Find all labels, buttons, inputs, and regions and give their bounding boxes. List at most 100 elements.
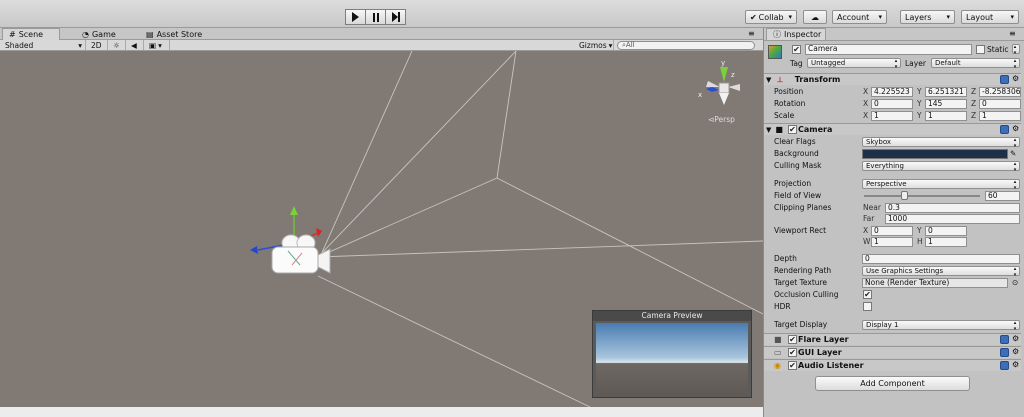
position-y-field[interactable]: 6.251321 — [925, 86, 967, 97]
gear-icon[interactable]: ⚙ — [1012, 74, 1019, 83]
target-texture-label: Target Texture — [774, 278, 828, 287]
clipping-near-row: Clipping Planes Near 0.3 — [764, 202, 1021, 213]
add-component-button[interactable]: Add Component — [815, 376, 970, 391]
position-x-field[interactable]: 4.225523 — [871, 86, 913, 97]
shading-mode-dropdown[interactable]: Shaded ▾ — [2, 40, 86, 50]
camera-title: Camera — [798, 125, 833, 134]
persp-label[interactable]: ⊲Persp — [708, 115, 735, 124]
play-button[interactable] — [345, 9, 366, 25]
gui-layer-header[interactable]: ▭ ✔ GUI Layer ⚙ — [764, 346, 1021, 358]
pause-button[interactable] — [365, 9, 386, 25]
object-name-field[interactable]: Camera — [805, 44, 972, 55]
rotation-y-field[interactable]: 145 — [925, 98, 967, 109]
static-checkbox[interactable] — [976, 45, 985, 54]
layers-dropdown[interactable]: Layers — [900, 10, 955, 24]
store-icon: ▤ — [146, 29, 154, 39]
viewport-y-field[interactable]: 0 — [925, 225, 967, 236]
svg-text:z: z — [731, 71, 735, 79]
cloud-button[interactable]: ☁ — [803, 10, 827, 24]
scale-x-field[interactable]: 1 — [871, 110, 913, 121]
tab-scene-label: Scene — [18, 30, 44, 39]
fov-slider-track[interactable] — [864, 195, 980, 197]
tab-asset-store[interactable]: ▤ Asset Store — [140, 28, 210, 40]
help-book-icon[interactable] — [1000, 348, 1009, 357]
gameobject-icon — [768, 45, 782, 59]
fov-field[interactable]: 60 — [985, 190, 1020, 201]
tab-scene[interactable]: # Scene — [2, 28, 60, 40]
viewport-h-field[interactable]: 1 — [925, 236, 967, 247]
gear-icon[interactable]: ⚙ — [1012, 124, 1019, 133]
camera-component-header[interactable]: ▼ ■ ✔ Camera ⚙ — [764, 123, 1021, 135]
far-field[interactable]: 1000 — [885, 213, 1020, 224]
inspector-tab-bar: ⓘ Inspector ≡ — [763, 28, 1024, 41]
scale-z-field[interactable]: 1 — [979, 110, 1021, 121]
step-button[interactable] — [385, 9, 406, 25]
viewport-w-field[interactable]: 1 — [871, 236, 913, 247]
gear-icon[interactable]: ⚙ — [1012, 360, 1019, 369]
tab-inspector[interactable]: ⓘ Inspector — [766, 28, 826, 40]
scale-y-field[interactable]: 1 — [925, 110, 967, 121]
lighting-toggle[interactable]: ☼ — [110, 40, 126, 50]
toggle-2d-button[interactable]: 2D — [88, 40, 108, 50]
rotation-x-field[interactable]: 0 — [871, 98, 913, 109]
gear-icon[interactable]: ⚙ — [1012, 347, 1019, 356]
search-placeholder: All — [625, 41, 635, 49]
static-dropdown[interactable] — [1012, 44, 1020, 56]
depth-field[interactable]: 0 — [862, 253, 1020, 264]
background-color-swatch[interactable] — [862, 148, 1008, 159]
menu-icon[interactable]: ≡ — [748, 29, 755, 38]
gui-layer-checkbox[interactable]: ✔ — [788, 348, 797, 357]
rotation-z-field[interactable]: 0 — [979, 98, 1021, 109]
camera-preview-panel: Camera Preview — [592, 310, 752, 398]
audio-listener-checkbox[interactable]: ✔ — [788, 361, 797, 370]
effects-dropdown[interactable]: ▣ ▾ — [146, 40, 170, 50]
tab-game[interactable]: ◔ Game — [76, 28, 136, 40]
flare-layer-icon: ■ — [774, 335, 782, 344]
near-field[interactable]: 0.3 — [885, 202, 1020, 213]
camera-enabled-checkbox[interactable]: ✔ — [788, 125, 797, 134]
menu-icon[interactable]: ≡ — [1009, 29, 1016, 38]
help-book-icon[interactable] — [1000, 125, 1009, 134]
clear-flags-dropdown[interactable]: Skybox — [862, 136, 1020, 149]
tag-label: Tag — [790, 59, 803, 68]
help-book-icon[interactable] — [1000, 361, 1009, 370]
occlusion-row: Occlusion Culling ✔ — [764, 289, 1021, 300]
speaker-icon: ◀ — [131, 40, 137, 50]
layout-dropdown[interactable]: Layout — [961, 10, 1019, 24]
layer-dropdown[interactable]: Default — [931, 58, 1020, 70]
flare-layer-header[interactable]: ■ ✔ Flare Layer ⚙ — [764, 333, 1021, 345]
flare-layer-checkbox[interactable]: ✔ — [788, 335, 797, 344]
camera-gizmo[interactable] — [248, 203, 338, 293]
occlusion-culling-checkbox[interactable]: ✔ — [863, 290, 872, 299]
help-book-icon[interactable] — [1000, 335, 1009, 344]
grid-icon: # — [9, 30, 16, 39]
rendering-path-dropdown[interactable]: Use Graphics Settings — [862, 265, 1020, 278]
audio-toggle[interactable]: ◀ — [128, 40, 144, 50]
tag-dropdown[interactable]: Untagged — [807, 58, 901, 70]
object-picker-icon[interactable]: ⊙ — [1012, 278, 1018, 287]
collab-button[interactable]: ✔ Collab — [745, 10, 797, 24]
background-row: Background ✎ — [764, 148, 1021, 159]
target-display-dropdown[interactable]: Display 1 — [862, 319, 1020, 332]
culling-mask-dropdown[interactable]: Everything — [862, 160, 1020, 173]
hdr-label: HDR — [774, 302, 791, 311]
hdr-checkbox[interactable] — [863, 302, 872, 311]
fov-slider-thumb[interactable] — [900, 191, 908, 200]
target-texture-field[interactable]: None (Render Texture) — [862, 277, 1008, 288]
gear-icon[interactable]: ⚙ — [1012, 334, 1019, 343]
camera-preview-image — [596, 323, 748, 395]
position-z-field[interactable]: -8.258306 — [979, 86, 1021, 97]
transform-header[interactable]: ▼ ⟂ Transform ⚙ — [764, 73, 1021, 85]
playback-controls — [345, 9, 406, 25]
gizmos-dropdown[interactable]: Gizmos ▾ — [576, 40, 614, 50]
help-book-icon[interactable] — [1000, 75, 1009, 84]
image-icon: ▣ — [149, 40, 157, 50]
active-checkbox[interactable]: ✔ — [792, 45, 801, 54]
account-dropdown[interactable]: Account — [832, 10, 887, 24]
orientation-gizmo[interactable]: y z x — [694, 57, 752, 111]
projection-dropdown[interactable]: Perspective — [862, 178, 1020, 191]
viewport-x-field[interactable]: 0 — [871, 225, 913, 236]
audio-listener-header[interactable]: ◉ ✔ Audio Listener ⚙ — [764, 359, 1021, 371]
scene-search-input[interactable]: ⌕All — [617, 41, 755, 50]
eyedropper-icon[interactable]: ✎ — [1010, 149, 1016, 158]
